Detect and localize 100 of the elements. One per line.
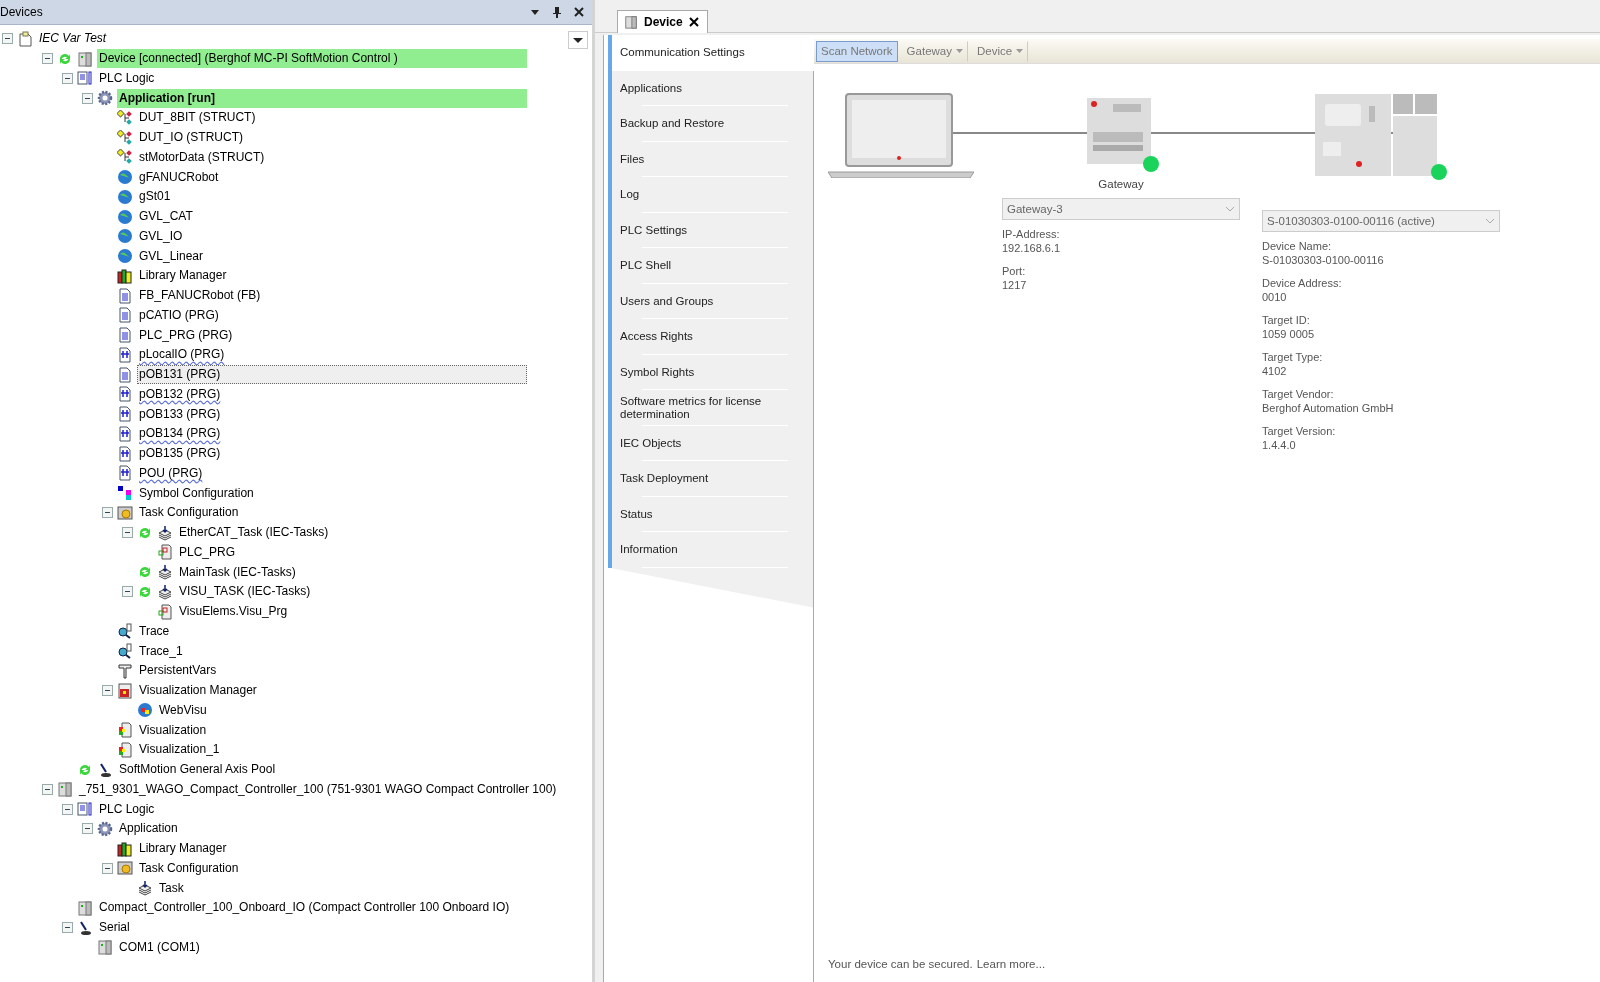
tree-item[interactable]: SoftMotion General Axis Pool bbox=[117, 760, 278, 780]
collapse-toggle[interactable] bbox=[2, 33, 13, 45]
globe-icon bbox=[117, 169, 133, 186]
tree-item[interactable]: Device [connected] (Berghof MC-PI SoftMotion Control ) bbox=[97, 49, 527, 69]
settings-nav-item[interactable]: Communication Settings bbox=[612, 35, 814, 71]
settings-nav-item[interactable]: Status bbox=[612, 496, 813, 532]
tree-item[interactable]: Serial bbox=[97, 918, 132, 938]
collapse-toggle[interactable] bbox=[82, 92, 93, 104]
tree-item[interactable]: Compact_Controller_100_Onboard_IO (Compact Controller 100 Onboard IO) bbox=[97, 898, 512, 918]
tree-item[interactable]: VisuElems.Visu_Prg bbox=[177, 602, 290, 622]
settings-nav-item[interactable]: Backup and Restore bbox=[612, 106, 813, 142]
tree-item[interactable]: FB_FANUCRobot (FB) bbox=[137, 286, 263, 306]
tree-item[interactable]: Task bbox=[157, 878, 186, 898]
tree-item[interactable]: Visualization Manager bbox=[137, 681, 259, 701]
settings-nav-item[interactable]: Information bbox=[612, 532, 813, 568]
struct-icon bbox=[117, 129, 133, 146]
tree-item[interactable]: Visualization_1 bbox=[137, 740, 222, 760]
tree-item[interactable]: pOB133 (PRG) bbox=[137, 404, 223, 424]
tree-item[interactable]: PLC Logic bbox=[97, 799, 157, 819]
dropdown-button[interactable]: Device bbox=[972, 40, 1029, 62]
tree-item[interactable]: IEC Var Test bbox=[37, 29, 109, 49]
tree-item[interactable]: pOB135 (PRG) bbox=[137, 444, 223, 464]
tree-item[interactable]: MainTask (IEC-Tasks) bbox=[177, 562, 298, 582]
device-icon bbox=[624, 15, 638, 29]
axis-icon bbox=[97, 761, 113, 778]
tree-item[interactable]: Library Manager bbox=[137, 839, 229, 859]
tree-item[interactable]: GVL_CAT bbox=[137, 207, 195, 227]
pin-icon[interactable] bbox=[550, 5, 564, 19]
tree-item[interactable]: DUT_8BIT (STRUCT) bbox=[137, 108, 258, 128]
tree-item[interactable]: PLC Logic bbox=[97, 68, 157, 88]
field-label: Target ID: bbox=[1262, 314, 1311, 328]
dropdown-button[interactable] bbox=[568, 31, 588, 49]
tree-item[interactable]: gFANUCRobot bbox=[137, 167, 221, 187]
tree-item[interactable]: gSt01 bbox=[137, 187, 173, 207]
dropdown-button[interactable]: Gateway bbox=[901, 40, 968, 62]
tree-item[interactable]: pOB131 (PRG) bbox=[137, 365, 527, 385]
gear-icon bbox=[97, 90, 113, 107]
tree-item[interactable]: pLocalIO (PRG) bbox=[137, 345, 227, 365]
settings-nav-item[interactable]: Users and Groups bbox=[612, 283, 813, 319]
tree-item[interactable]: PLC_PRG bbox=[177, 542, 238, 562]
tree-item[interactable]: DUT_IO (STRUCT) bbox=[137, 128, 245, 148]
settings-nav-item[interactable]: IEC Objects bbox=[612, 425, 813, 461]
tree-item[interactable]: Task Configuration bbox=[137, 503, 241, 523]
tree-item[interactable]: stMotorData (STRUCT) bbox=[137, 147, 267, 167]
device-select[interactable]: S-01030303-0100-00116 (active) bbox=[1262, 210, 1500, 232]
tree-item[interactable]: VISU_TASK (IEC-Tasks) bbox=[177, 582, 313, 602]
trace-icon bbox=[117, 643, 133, 660]
gateway-select[interactable]: Gateway-3 bbox=[1002, 198, 1240, 220]
close-icon[interactable] bbox=[572, 5, 586, 19]
tree-item[interactable]: Symbol Configuration bbox=[137, 483, 256, 503]
settings-nav-item[interactable]: Software metrics for license determination bbox=[612, 390, 813, 426]
settings-nav-item[interactable]: Task Deployment bbox=[612, 461, 813, 497]
field-value: 1.4.4.0 bbox=[1262, 438, 1297, 452]
tree-item[interactable]: Application [run] bbox=[117, 88, 527, 108]
tree-item[interactable]: EtherCAT_Task (IEC-Tasks) bbox=[177, 523, 331, 543]
close-icon[interactable] bbox=[688, 17, 699, 27]
tree-item[interactable]: GVL_Linear bbox=[137, 246, 206, 266]
tree-item[interactable]: Task Configuration bbox=[137, 858, 241, 878]
learn-more-link[interactable]: Learn more... bbox=[976, 958, 1046, 970]
tree-item[interactable]: pOB134 (PRG) bbox=[137, 424, 223, 444]
collapse-toggle[interactable] bbox=[62, 803, 73, 815]
collapse-toggle[interactable] bbox=[102, 862, 113, 874]
document-icon bbox=[77, 801, 93, 818]
collapse-toggle[interactable] bbox=[102, 685, 113, 697]
tree-item[interactable]: pCATIO (PRG) bbox=[137, 305, 221, 325]
symbol-icon bbox=[117, 485, 133, 502]
collapse-toggle[interactable] bbox=[122, 586, 133, 598]
collapse-toggle[interactable] bbox=[102, 507, 113, 519]
tree-item[interactable]: pOB132 (PRG) bbox=[137, 384, 223, 404]
settings-nav-item[interactable]: Applications bbox=[612, 70, 813, 106]
settings-nav-item[interactable]: Log bbox=[612, 177, 813, 213]
tree-item[interactable]: Application bbox=[117, 819, 180, 839]
collapse-toggle[interactable] bbox=[42, 783, 53, 795]
collapse-toggle[interactable] bbox=[62, 72, 73, 84]
settings-nav-item[interactable]: PLC Settings bbox=[612, 212, 813, 248]
struct-icon bbox=[117, 149, 133, 166]
collapse-toggle[interactable] bbox=[122, 527, 133, 539]
tree-item[interactable]: COM1 (COM1) bbox=[117, 937, 202, 957]
field-label: Device Name: bbox=[1262, 240, 1333, 254]
tree-item[interactable]: Trace_1 bbox=[137, 641, 185, 661]
caret-icon bbox=[956, 49, 963, 53]
tree-item[interactable]: GVL_IO bbox=[137, 226, 185, 246]
tree-item[interactable]: PLC_PRG (PRG) bbox=[137, 325, 235, 345]
settings-nav-item[interactable]: Files bbox=[612, 141, 813, 177]
tree-item[interactable]: Trace bbox=[137, 621, 172, 641]
settings-nav-item[interactable]: Access Rights bbox=[612, 319, 813, 355]
editor-tab[interactable]: Device bbox=[617, 10, 708, 33]
settings-nav-item[interactable]: Symbol Rights bbox=[612, 354, 813, 390]
collapse-toggle[interactable] bbox=[42, 53, 53, 65]
collapse-toggle[interactable] bbox=[82, 823, 93, 835]
axis-icon bbox=[77, 919, 93, 936]
tree-item[interactable]: Library Manager bbox=[137, 266, 229, 286]
tree-item[interactable]: _751_9301_WAGO_Compact_Controller_100 (751-9301 WAGO Compact Controller 100) bbox=[77, 779, 559, 799]
tree-item[interactable]: POU (PRG) bbox=[137, 463, 205, 483]
collapse-toggle[interactable] bbox=[62, 922, 73, 934]
document-icon bbox=[117, 366, 133, 383]
tree-item[interactable]: Visualization bbox=[137, 720, 209, 740]
settings-nav-item[interactable]: PLC Shell bbox=[612, 248, 813, 284]
tree-item[interactable]: PersistentVars bbox=[137, 661, 219, 681]
tree-item[interactable]: WebVisu bbox=[157, 700, 209, 720]
